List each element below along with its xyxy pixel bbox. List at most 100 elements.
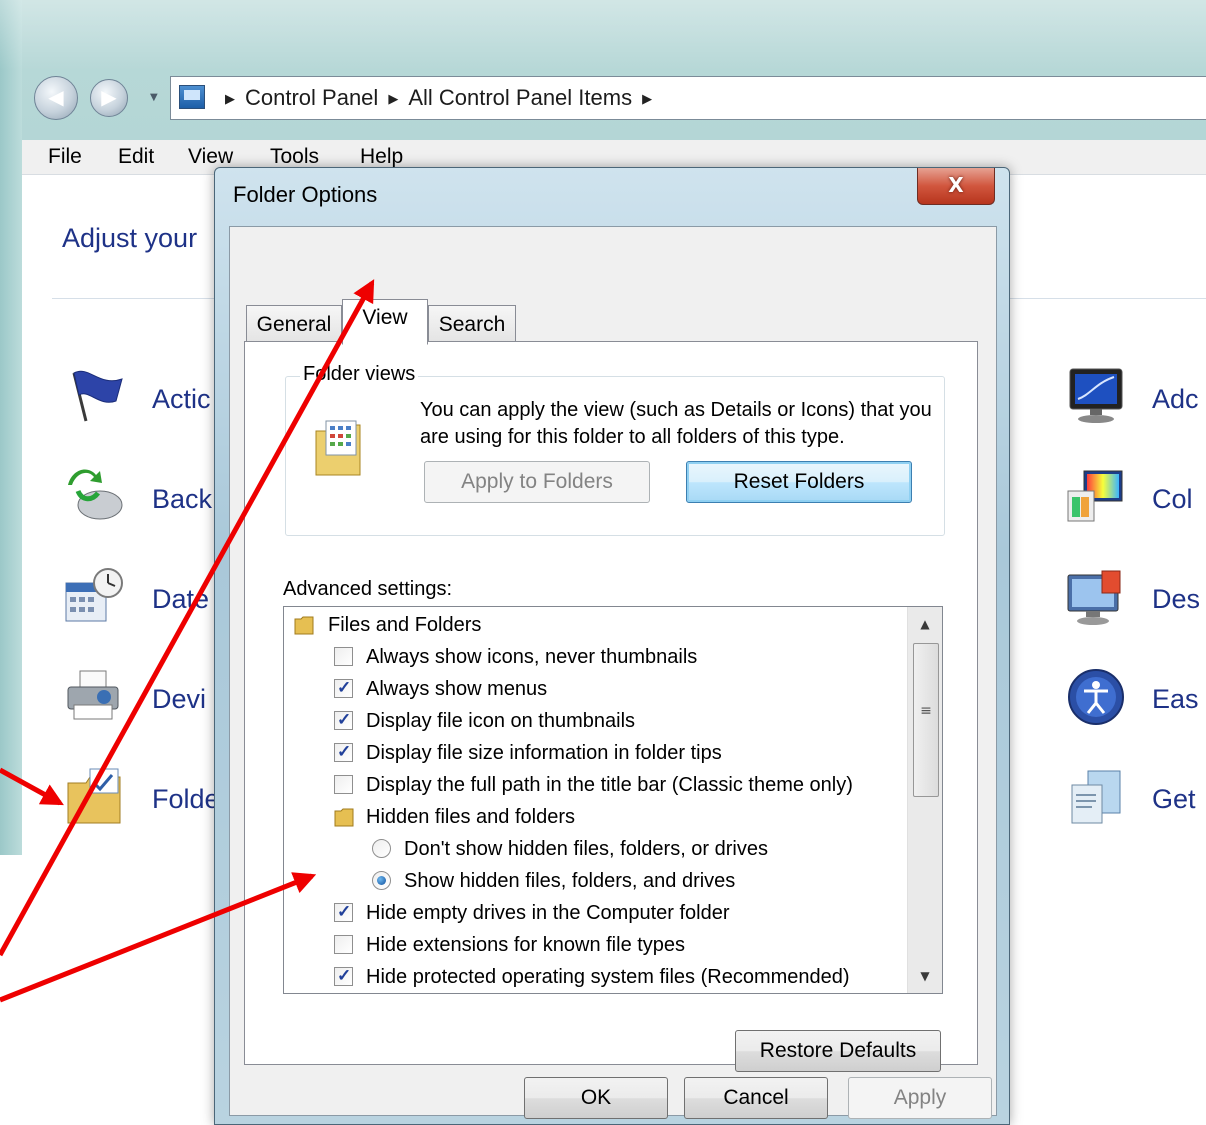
folder-views-group: Folder views You can apply the view (suc… — [285, 363, 945, 536]
scroll-thumb[interactable]: ≡ — [913, 643, 939, 797]
item-get[interactable]: Get — [1152, 784, 1196, 815]
breadcrumb-all-items[interactable]: All Control Panel Items — [408, 85, 632, 110]
checkbox[interactable] — [334, 775, 353, 794]
setting-label: Hide protected operating system files (R… — [366, 966, 850, 988]
tree-label: Files and Folders — [328, 614, 482, 636]
breadcrumb-control-panel[interactable]: Control Panel — [245, 85, 378, 110]
view-tab-panel: Folder views You can apply the view (suc… — [244, 341, 978, 1072]
item-devices[interactable]: Devi — [152, 684, 206, 715]
item-col[interactable]: Col — [1152, 484, 1193, 515]
advanced-settings-label: Advanced settings: — [283, 578, 452, 600]
menu-edit[interactable]: Edit — [118, 145, 154, 169]
setting-display-file-size[interactable]: Display file size information in folder … — [284, 737, 904, 769]
monitor-icon[interactable] — [1066, 365, 1126, 425]
restore-defaults-button[interactable]: Restore Defaults — [735, 1030, 941, 1072]
setting-label: Always show menus — [366, 678, 548, 700]
checkbox[interactable] — [334, 647, 353, 666]
breadcrumb-separator-icon[interactable]: ▶ — [225, 91, 235, 106]
folder-options-dialog: Folder Options X General View Search Fol… — [214, 167, 1010, 1125]
item-folder-options[interactable]: Folde — [152, 784, 220, 815]
breadcrumb-separator-icon[interactable]: ▶ — [388, 91, 398, 106]
vertical-scrollbar[interactable]: ▲ ≡ ▼ — [907, 607, 942, 993]
checkbox[interactable] — [334, 707, 353, 733]
menu-view[interactable]: View — [188, 145, 233, 169]
tab-view[interactable]: View — [342, 299, 428, 345]
item-date-time[interactable]: Date — [152, 584, 209, 615]
item-eas[interactable]: Eas — [1152, 684, 1199, 715]
setting-label: Hide empty drives in the Computer folder — [366, 902, 730, 924]
apply-to-folders-button[interactable]: Apply to Folders — [424, 461, 650, 503]
breadcrumb: ▶ Control Panel ▶ All Control Panel Items ▶ — [215, 77, 662, 119]
tree-label: Hidden files and folders — [366, 806, 576, 828]
color-management-icon[interactable] — [1066, 467, 1126, 527]
breadcrumb-separator-icon[interactable]: ▶ — [642, 91, 652, 106]
setting-dont-show-hidden[interactable]: Don't show hidden files, folders, or dri… — [284, 833, 904, 865]
back-button[interactable]: ◀ — [34, 76, 78, 120]
date-time-icon[interactable] — [64, 567, 124, 627]
forward-arrow-icon: ▶ — [101, 85, 117, 109]
folder-options-icon[interactable] — [64, 767, 124, 827]
recent-pages-dropdown[interactable]: ▼ — [150, 92, 158, 103]
setting-hide-empty-drives[interactable]: Hide empty drives in the Computer folder — [284, 897, 904, 929]
folder-icon — [294, 616, 314, 635]
radio-button[interactable] — [372, 839, 391, 858]
ease-of-access-icon[interactable] — [1066, 667, 1126, 727]
radio-button[interactable] — [372, 871, 391, 890]
folder-views-description: You can apply the view (such as Details … — [420, 399, 932, 448]
dialog-body: General View Search Folder views You can… — [229, 226, 997, 1119]
tab-search[interactable]: Search — [428, 305, 516, 345]
setting-label: Always show icons, never thumbnails — [366, 646, 698, 668]
control-panel-icon — [179, 85, 205, 109]
advanced-settings-list[interactable]: Files and Folders Always show icons, nev… — [283, 606, 943, 994]
grip-icon: ≡ — [920, 703, 932, 719]
forward-button[interactable]: ▶ — [90, 79, 128, 117]
checkbox[interactable] — [334, 963, 353, 989]
folder-views-label: Folder views — [300, 363, 419, 386]
page-title: Adjust your — [62, 223, 198, 253]
setting-display-full-path[interactable]: Display the full path in the title bar (… — [284, 769, 904, 801]
apply-button[interactable]: Apply — [848, 1077, 992, 1119]
setting-label: Display file size information in folder … — [366, 742, 722, 764]
desktop-gadgets-icon[interactable] — [1066, 567, 1126, 627]
item-backup[interactable]: Back — [152, 484, 212, 515]
back-arrow-icon: ◀ — [48, 85, 64, 109]
tree-folder-files-and-folders[interactable]: Files and Folders — [284, 609, 904, 641]
address-bar[interactable]: ▶ Control Panel ▶ All Control Panel Items ▶ — [170, 76, 1206, 120]
folder-views-icon — [315, 420, 361, 476]
item-action-center[interactable]: Actic — [152, 384, 211, 415]
item-des[interactable]: Des — [1152, 584, 1200, 615]
getting-started-icon[interactable] — [1066, 767, 1126, 827]
tree-folder-hidden-files[interactable]: Hidden files and folders — [284, 801, 904, 833]
checkbox[interactable] — [334, 899, 353, 925]
backup-restore-icon[interactable] — [64, 465, 124, 525]
setting-label: Display the full path in the title bar (… — [366, 774, 853, 796]
menu-help[interactable]: Help — [360, 145, 403, 169]
setting-display-file-icon[interactable]: Display file icon on thumbnails — [284, 705, 904, 737]
dialog-title: Folder Options — [233, 182, 378, 207]
action-center-flag-icon[interactable] — [64, 365, 124, 425]
scroll-up-icon[interactable]: ▲ — [908, 609, 942, 639]
setting-hide-extensions[interactable]: Hide extensions for known file types — [284, 929, 904, 961]
menu-file[interactable]: File — [48, 145, 82, 169]
setting-always-show-icons[interactable]: Always show icons, never thumbnails — [284, 641, 904, 673]
scroll-down-icon[interactable]: ▼ — [908, 961, 942, 991]
setting-label: Hide extensions for known file types — [366, 934, 686, 956]
setting-always-show-menus[interactable]: Always show menus — [284, 673, 904, 705]
menu-tools[interactable]: Tools — [270, 145, 319, 169]
tab-general[interactable]: General — [246, 305, 342, 345]
setting-label: Don't show hidden files, folders, or dri… — [404, 838, 768, 860]
setting-label: Show hidden files, folders, and drives — [404, 870, 736, 892]
checkbox[interactable] — [334, 935, 353, 954]
ok-button[interactable]: OK — [524, 1077, 668, 1119]
folder-icon — [334, 808, 354, 827]
checkbox[interactable] — [334, 675, 353, 701]
close-button[interactable]: X — [917, 168, 995, 205]
close-icon: X — [948, 173, 964, 197]
cancel-button[interactable]: Cancel — [684, 1077, 828, 1119]
setting-show-hidden[interactable]: Show hidden files, folders, and drives — [284, 865, 904, 897]
item-adc[interactable]: Adc — [1152, 384, 1199, 415]
setting-hide-protected-files[interactable]: Hide protected operating system files (R… — [284, 961, 904, 993]
reset-folders-button[interactable]: Reset Folders — [686, 461, 912, 503]
checkbox[interactable] — [334, 739, 353, 765]
devices-printers-icon[interactable] — [64, 665, 124, 725]
